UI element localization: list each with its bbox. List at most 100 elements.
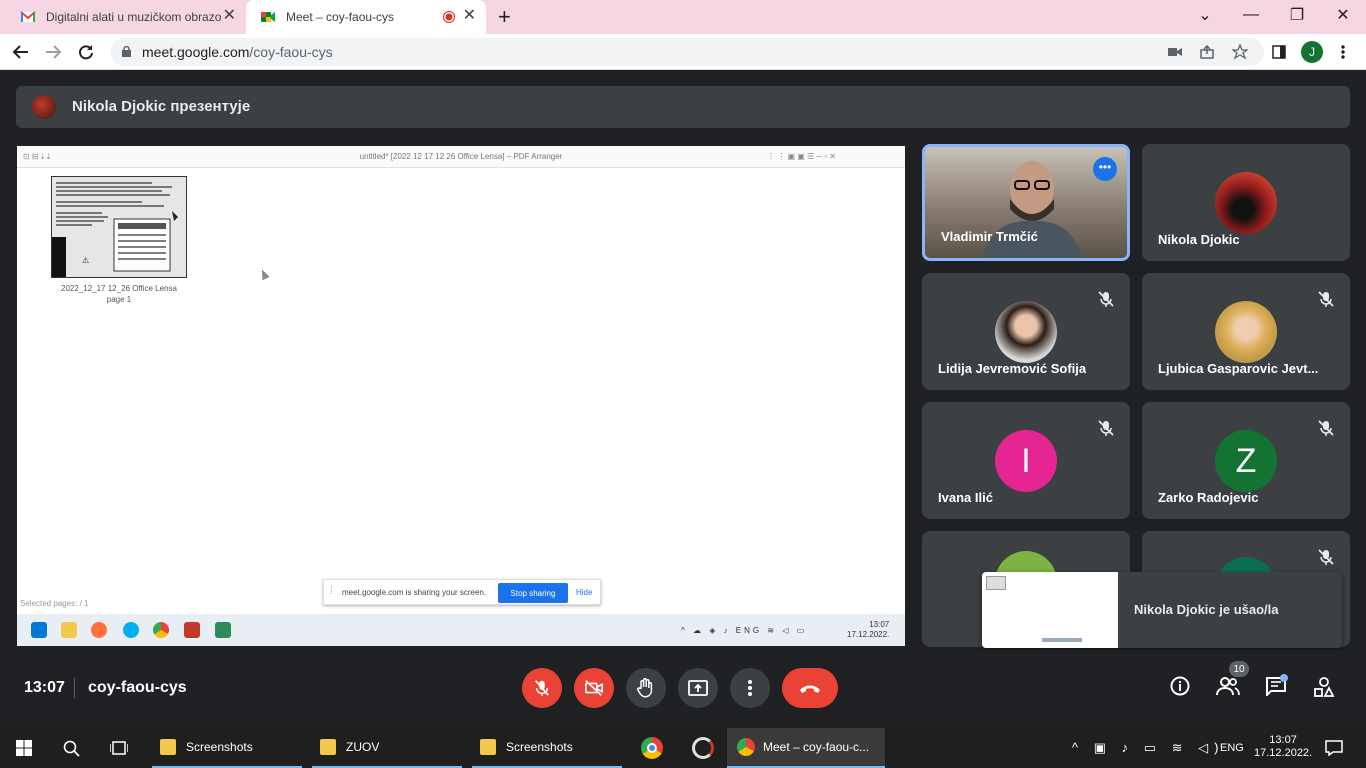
tab-meet[interactable]: Meet – coy-faou-cys ✕ (246, 0, 486, 34)
lock-icon (122, 46, 131, 57)
participant-photo (1215, 301, 1277, 363)
back-icon[interactable] (12, 43, 30, 61)
taskbar-clock[interactable]: 13:07 17.12.2022. (1254, 734, 1312, 760)
system-tray-icons[interactable]: ^ ▣ ♪ ▭ ≋ ◁) (1072, 740, 1224, 756)
menu-dots-icon[interactable] (1340, 44, 1346, 60)
taskbar-label: ZUOV (346, 740, 380, 754)
hang-up-icon (800, 685, 820, 693)
shared-screen: ⊡ ⊟ ⤓ ⤓ untitled* [2022 12 17 12 26 Offi… (17, 146, 905, 646)
task-view-icon[interactable] (110, 740, 128, 756)
participant-tile[interactable]: I Ivana Ilić (922, 402, 1130, 519)
participant-name: Ljubica Gasparovic Jevt... (1158, 361, 1319, 376)
leave-call-button[interactable] (782, 668, 838, 708)
reload-icon[interactable] (77, 43, 95, 61)
more-options-button[interactable] (730, 668, 770, 708)
browser-toolbar: meet.google.com/coy-faou-cys J (0, 34, 1366, 70)
restore-button[interactable]: ❐ (1274, 0, 1320, 30)
app-toolbar-icon: ⋮ ⋮ ▣ ▣ ☰ ─ ▫ ✕ (767, 152, 837, 161)
gmail-icon (20, 11, 36, 22)
close-tab-icon[interactable]: ✕ (223, 8, 236, 24)
mic-toggle-button[interactable] (522, 668, 562, 708)
hide-button[interactable]: Hide (576, 588, 592, 597)
minimize-button[interactable]: — (1228, 0, 1274, 30)
activities-icon[interactable] (1313, 676, 1335, 698)
inner-tray-icons: ^ ☁ ◈ ♪ ENG ≋ ◁ ▭ (681, 626, 808, 635)
participant-tile[interactable]: Z Zarko Radojevic (1142, 402, 1350, 519)
bookmark-star-icon[interactable] (1232, 44, 1248, 60)
people-icon[interactable] (1216, 676, 1240, 696)
clock-time: 13:07 (1269, 734, 1297, 746)
thumbnail-filename: 2022_12_17 12_26 Office Lensa (61, 284, 177, 293)
camera-icon[interactable] (1168, 46, 1182, 58)
profile-avatar[interactable]: J (1301, 41, 1323, 63)
chrome-icon[interactable] (641, 737, 663, 759)
stop-sharing-button[interactable]: Stop sharing (498, 583, 568, 603)
page-thumbnail[interactable]: ⚠ (51, 176, 187, 278)
url-path: /coy-faou-cys (249, 44, 333, 60)
taskbar-item-screenshots-2[interactable]: Screenshots (472, 728, 622, 768)
divider (74, 678, 75, 698)
inner-clock: 13:07 17.12.2022. (847, 620, 889, 640)
windows-taskbar: Screenshots ZUOV Screenshots Meet – coy-… (0, 728, 1366, 768)
inner-lang: ENG (735, 626, 763, 635)
clock-date: 17.12.2022. (1254, 747, 1313, 759)
close-window-button[interactable]: ✕ (1320, 0, 1366, 30)
thumbnail-page: page 1 (106, 295, 132, 304)
folder-icon (480, 739, 496, 755)
present-screen-button[interactable] (678, 668, 718, 708)
mic-muted-icon (1318, 549, 1334, 565)
participant-name: Lidija Jevremović Sofija (938, 361, 1087, 376)
notification-center-icon[interactable] (1325, 740, 1343, 756)
camera-toggle-button[interactable] (574, 668, 614, 708)
meeting-time: 13:07 (24, 679, 65, 696)
share-icon[interactable] (1200, 45, 1214, 59)
participant-tile[interactable]: Ljubica Gasparovic Jevt... (1142, 273, 1350, 390)
camera-off-icon (585, 680, 603, 696)
taskbar-item-zuov[interactable]: ZUOV (312, 728, 462, 768)
participant-tile[interactable]: Nikola Djokic (1142, 144, 1350, 261)
meet-icon (261, 12, 275, 22)
windows-start-icon[interactable] (16, 740, 32, 756)
new-tab-button[interactable]: + (498, 4, 511, 30)
tab-title: Meet – coy-faou-cys (286, 10, 395, 24)
participant-initial: I (995, 430, 1057, 492)
participant-name: Nikola Djokic (1158, 232, 1240, 247)
more-options-icon[interactable]: ••• (1093, 157, 1117, 181)
address-bar[interactable]: meet.google.com/coy-faou-cys (110, 38, 1264, 66)
participant-tile[interactable]: Lidija Jevremović Sofija (922, 273, 1130, 390)
more-vert-icon (748, 680, 752, 696)
inner-date: 17.12.2022. (847, 630, 890, 639)
side-panel-icon[interactable] (1272, 45, 1286, 59)
document-scan-image: ⚠ (52, 177, 186, 277)
forward-icon[interactable] (44, 43, 62, 61)
close-tab-icon[interactable]: ✕ (463, 8, 476, 24)
participant-name: Zarko Radojevic (1158, 490, 1259, 505)
participant-name: Ivana Ilić (938, 490, 993, 505)
sharing-notice-text: meet.google.com is sharing your screen. (342, 588, 487, 597)
svg-text:⚠: ⚠ (82, 256, 89, 265)
app-titlebar: ⊡ ⊟ ⤓ ⤓ untitled* [2022 12 17 12 26 Offi… (17, 146, 905, 168)
tab-gmail[interactable]: Digitalni alati u muzičkom obrazo ✕ (8, 0, 246, 34)
meeting-info-icon[interactable] (1170, 676, 1190, 696)
taskbar-item-screenshots[interactable]: Screenshots (152, 728, 302, 768)
firefox-icon (91, 622, 107, 638)
skype-icon (123, 622, 139, 638)
drag-handle-icon[interactable]: ⁞ (330, 586, 333, 597)
search-icon[interactable] (63, 740, 81, 758)
tab-search-icon[interactable]: ⌄ (1182, 0, 1228, 30)
participant-photo (995, 301, 1057, 363)
chrome-icon (737, 738, 755, 756)
file-explorer-icon (61, 622, 77, 638)
participant-tile[interactable]: ••• Vladimir Trmčić (922, 144, 1130, 261)
presenter-bar: Nikola Djokic презентује (16, 86, 1350, 128)
app-icon[interactable] (692, 737, 714, 759)
raise-hand-button[interactable] (626, 668, 666, 708)
tab-title: Digitalni alati u muzičkom obrazo (46, 10, 222, 24)
toast-text: Nikola Djokic je ušao/la (1134, 602, 1279, 617)
taskbar-label: Screenshots (186, 740, 253, 754)
taskbar-item-meet[interactable]: Meet – coy-faou-c... (727, 728, 885, 768)
meeting-code: coy-faou-cys (88, 679, 187, 696)
participant-initial: Z (1215, 430, 1277, 492)
input-language[interactable]: ENG (1220, 742, 1244, 754)
thumbnail-label: 2022_12_17 12_26 Office Lensa page 1 (51, 283, 187, 305)
